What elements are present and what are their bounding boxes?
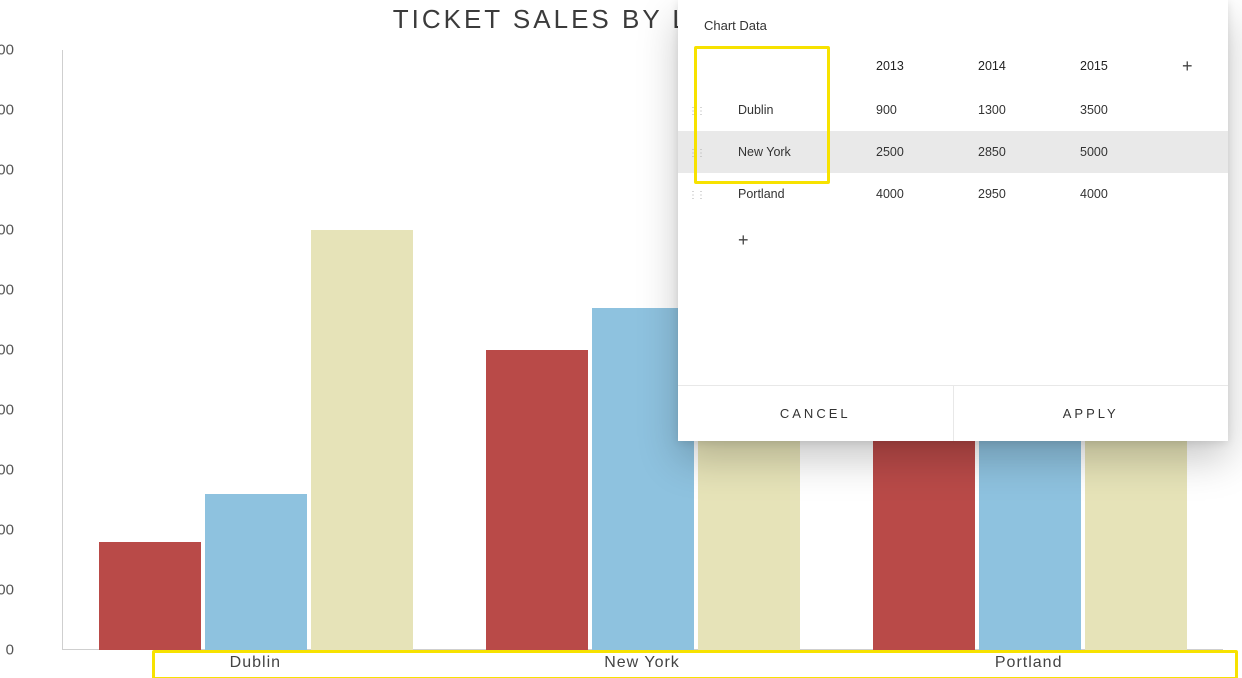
apply-button[interactable]: APPLY	[953, 386, 1229, 441]
data-cell[interactable]: 3500	[1070, 89, 1172, 131]
row-name-cell[interactable]: Dublin	[728, 89, 866, 131]
x-axis-label: Portland	[835, 654, 1222, 672]
table-row[interactable]: New York250028505000	[678, 131, 1228, 173]
column-header[interactable]: 2013	[866, 43, 968, 89]
y-tick: 500	[0, 582, 14, 599]
chart-data-panel: Chart Data 201320142015 + Dublin900130035…	[678, 0, 1228, 441]
row-name-cell[interactable]: Portland	[728, 173, 866, 215]
bar	[205, 494, 307, 650]
data-cell[interactable]: 5000	[1070, 131, 1172, 173]
row-name-cell[interactable]: New York	[728, 131, 866, 173]
drag-handle-icon[interactable]	[688, 151, 698, 156]
add-row-icon[interactable]: +	[738, 230, 749, 250]
add-row[interactable]: +	[678, 215, 1228, 265]
data-cell[interactable]: 1300	[968, 89, 1070, 131]
table-row[interactable]: Portland400029504000	[678, 173, 1228, 215]
add-column-icon[interactable]: +	[1182, 56, 1193, 76]
y-tick: 1000	[0, 522, 14, 539]
y-tick: 2500	[0, 342, 14, 359]
panel-title: Chart Data	[678, 0, 1228, 43]
x-axis-labels: DublinNew YorkPortland	[62, 654, 1222, 672]
panel-footer: CANCEL APPLY	[678, 385, 1228, 441]
column-header[interactable]: 2015	[1070, 43, 1172, 89]
y-tick: 4000	[0, 162, 14, 179]
data-cell[interactable]: 2500	[866, 131, 968, 173]
data-cell[interactable]: 4000	[1070, 173, 1172, 215]
y-tick: 3000	[0, 282, 14, 299]
bar	[99, 542, 201, 650]
data-table: 201320142015+ Dublin90013003500New York2…	[678, 43, 1228, 265]
data-cell[interactable]: 2950	[968, 173, 1070, 215]
x-axis-label: New York	[449, 654, 836, 672]
drag-handle-icon[interactable]	[688, 109, 698, 114]
data-cell[interactable]: 4000	[866, 173, 968, 215]
bar-group	[63, 50, 450, 650]
bar	[311, 230, 413, 650]
y-tick: 0	[0, 642, 14, 659]
table-header-row: 201320142015 +	[678, 43, 1228, 89]
x-axis-label: Dublin	[62, 654, 449, 672]
y-tick: 4500	[0, 102, 14, 119]
y-tick: 2000	[0, 402, 14, 419]
y-tick: 5000	[0, 42, 14, 59]
table-row[interactable]: Dublin90013003500	[678, 89, 1228, 131]
bar	[486, 350, 588, 650]
y-tick: 1500	[0, 462, 14, 479]
cancel-button[interactable]: CANCEL	[678, 386, 953, 441]
data-cell[interactable]: 2850	[968, 131, 1070, 173]
y-tick: 3500	[0, 222, 14, 239]
data-cell[interactable]: 900	[866, 89, 968, 131]
column-header[interactable]: 2014	[968, 43, 1070, 89]
drag-handle-icon[interactable]	[688, 193, 698, 198]
